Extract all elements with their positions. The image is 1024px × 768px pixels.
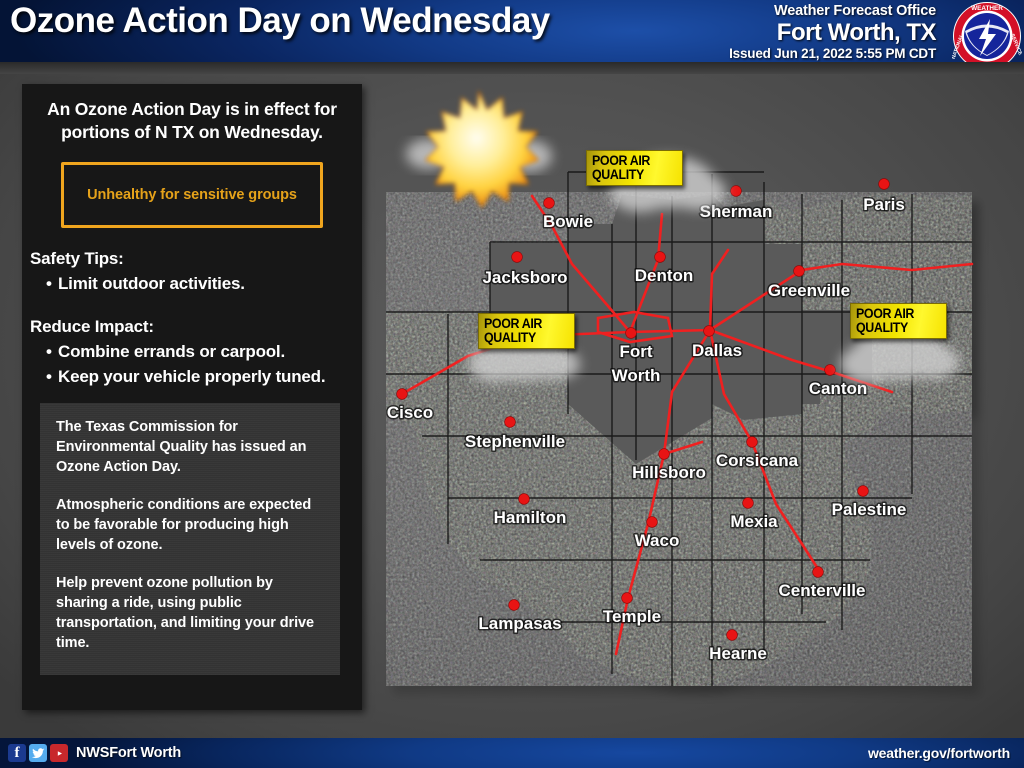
header-bar: Ozone Action Day on Wednesday Weather Fo… bbox=[0, 0, 1024, 62]
reduce-impact-item: Keep your vehicle properly tuned. bbox=[30, 364, 362, 389]
tceq-detail-box: The Texas Commission for Environmental Q… bbox=[40, 403, 340, 675]
city-label: Paris bbox=[863, 195, 905, 214]
city-dot bbox=[543, 197, 555, 209]
social-links[interactable]: f NWSFort Worth bbox=[8, 744, 181, 762]
footer-website-url: weather.gov/fortworth bbox=[867, 745, 1010, 761]
issued-timestamp: Issued Jun 21, 2022 5:55 PM CDT bbox=[729, 46, 936, 61]
office-info: Weather Forecast Office Fort Worth, TX I… bbox=[729, 3, 936, 62]
city-dot bbox=[511, 251, 523, 263]
city-label: Hamilton bbox=[494, 508, 567, 527]
reduce-impact-block: Reduce Impact: Combine errands or carpoo… bbox=[30, 314, 362, 389]
city-label: Dallas bbox=[692, 341, 742, 360]
city-dot bbox=[646, 516, 658, 528]
city-dot bbox=[625, 327, 637, 339]
footer-bar: f NWSFort Worth weather.gov/fortworth bbox=[0, 738, 1024, 768]
alert-headline: An Ozone Action Day is in effect for por… bbox=[47, 99, 337, 142]
reduce-impact-heading: Reduce Impact: bbox=[30, 317, 154, 336]
backdrop-top-shade bbox=[0, 62, 1024, 74]
city-dot bbox=[658, 448, 670, 460]
city-label: Stephenville bbox=[465, 432, 565, 451]
poor-air-quality-tag: POOR AIR QUALITY bbox=[478, 313, 575, 349]
city-label: Hillsboro bbox=[632, 463, 706, 482]
paq-line2: QUALITY bbox=[856, 320, 908, 335]
facebook-icon[interactable]: f bbox=[8, 744, 26, 762]
city-dot bbox=[518, 493, 530, 505]
city-dot bbox=[730, 185, 742, 197]
paq-line1: POOR AIR bbox=[856, 306, 915, 321]
safety-tips-heading: Safety Tips: bbox=[30, 249, 124, 268]
city-label: Denton bbox=[635, 266, 694, 285]
city-dot bbox=[703, 325, 715, 337]
aqi-category-label: Unhealthy for sensitive groups bbox=[87, 187, 297, 203]
city-dot bbox=[793, 265, 805, 277]
safety-tips-block: Safety Tips: Limit outdoor activities. bbox=[30, 246, 362, 296]
city-dot bbox=[742, 497, 754, 509]
page-title: Ozone Action Day on Wednesday bbox=[10, 1, 550, 40]
svg-text:WEATHER: WEATHER bbox=[971, 5, 1003, 12]
info-panel: An Ozone Action Day is in effect for por… bbox=[22, 84, 362, 710]
city-dot bbox=[878, 178, 890, 190]
office-city: Fort Worth, TX bbox=[776, 19, 937, 46]
city-dot bbox=[504, 416, 516, 428]
city-dot bbox=[824, 364, 836, 376]
nws-seal-icon: WEATHER ★ ★ ★ NATIONAL SERVICE bbox=[952, 2, 1022, 62]
city-label: Lampasas bbox=[478, 614, 561, 633]
safety-tip-item: Limit outdoor activities. bbox=[30, 271, 362, 296]
city-dot bbox=[746, 436, 758, 448]
city-label: Greenville bbox=[768, 281, 850, 300]
city-label: Mexia bbox=[730, 512, 778, 531]
poor-air-quality-tag: POOR AIR QUALITY bbox=[586, 150, 683, 186]
paq-line2: QUALITY bbox=[484, 330, 536, 345]
city-label: Jacksboro bbox=[482, 268, 567, 287]
paq-line1: POOR AIR bbox=[592, 153, 651, 168]
city-label: Fort bbox=[619, 342, 652, 361]
city-label: Hearne bbox=[709, 644, 767, 663]
city-dot bbox=[396, 388, 408, 400]
reduce-impact-item: Combine errands or carpool. bbox=[30, 339, 362, 364]
office-label: Weather Forecast Office bbox=[774, 3, 936, 19]
city-label: Palestine bbox=[832, 500, 907, 519]
city-label: Bowie bbox=[543, 212, 593, 231]
paq-line2: QUALITY bbox=[592, 167, 644, 182]
city-label: Worth bbox=[612, 366, 661, 385]
city-dot bbox=[654, 251, 666, 263]
city-label: Centerville bbox=[779, 581, 866, 600]
city-label: Cisco bbox=[387, 403, 433, 422]
aqi-category-box: Unhealthy for sensitive groups bbox=[61, 162, 323, 228]
map-canvas: BowieSherman ParisJacksboro DentonGreenvil… bbox=[385, 89, 974, 686]
city-dot bbox=[812, 566, 824, 578]
detail-paragraph: The Texas Commission for Environmental Q… bbox=[56, 419, 307, 475]
forecast-map: Bowie Sherman Paris Jacksboro Denton Greenvil… bbox=[372, 74, 1024, 724]
city-dot bbox=[621, 592, 633, 604]
paq-line1: POOR AIR bbox=[484, 316, 543, 331]
weather-graphic: Ozone Action Day on Wednesday Weather Fo… bbox=[0, 0, 1024, 768]
twitter-icon[interactable] bbox=[29, 744, 47, 762]
city-label: Corsicana bbox=[716, 451, 799, 470]
poor-air-quality-tag: POOR AIR QUALITY bbox=[850, 303, 947, 339]
detail-paragraph: Help prevent ozone pollution by sharing … bbox=[56, 575, 314, 651]
city-label: Temple bbox=[603, 607, 661, 626]
hazy-sun-icon bbox=[406, 89, 552, 209]
youtube-icon[interactable] bbox=[50, 744, 68, 762]
city-dot bbox=[508, 599, 520, 611]
detail-paragraph: Atmospheric conditions are expected to b… bbox=[56, 497, 312, 553]
city-dot bbox=[857, 485, 869, 497]
social-handle-label: NWSFort Worth bbox=[76, 745, 182, 761]
city-dot bbox=[726, 629, 738, 641]
city-label: Waco bbox=[635, 531, 680, 550]
city-label: Canton bbox=[809, 379, 868, 398]
